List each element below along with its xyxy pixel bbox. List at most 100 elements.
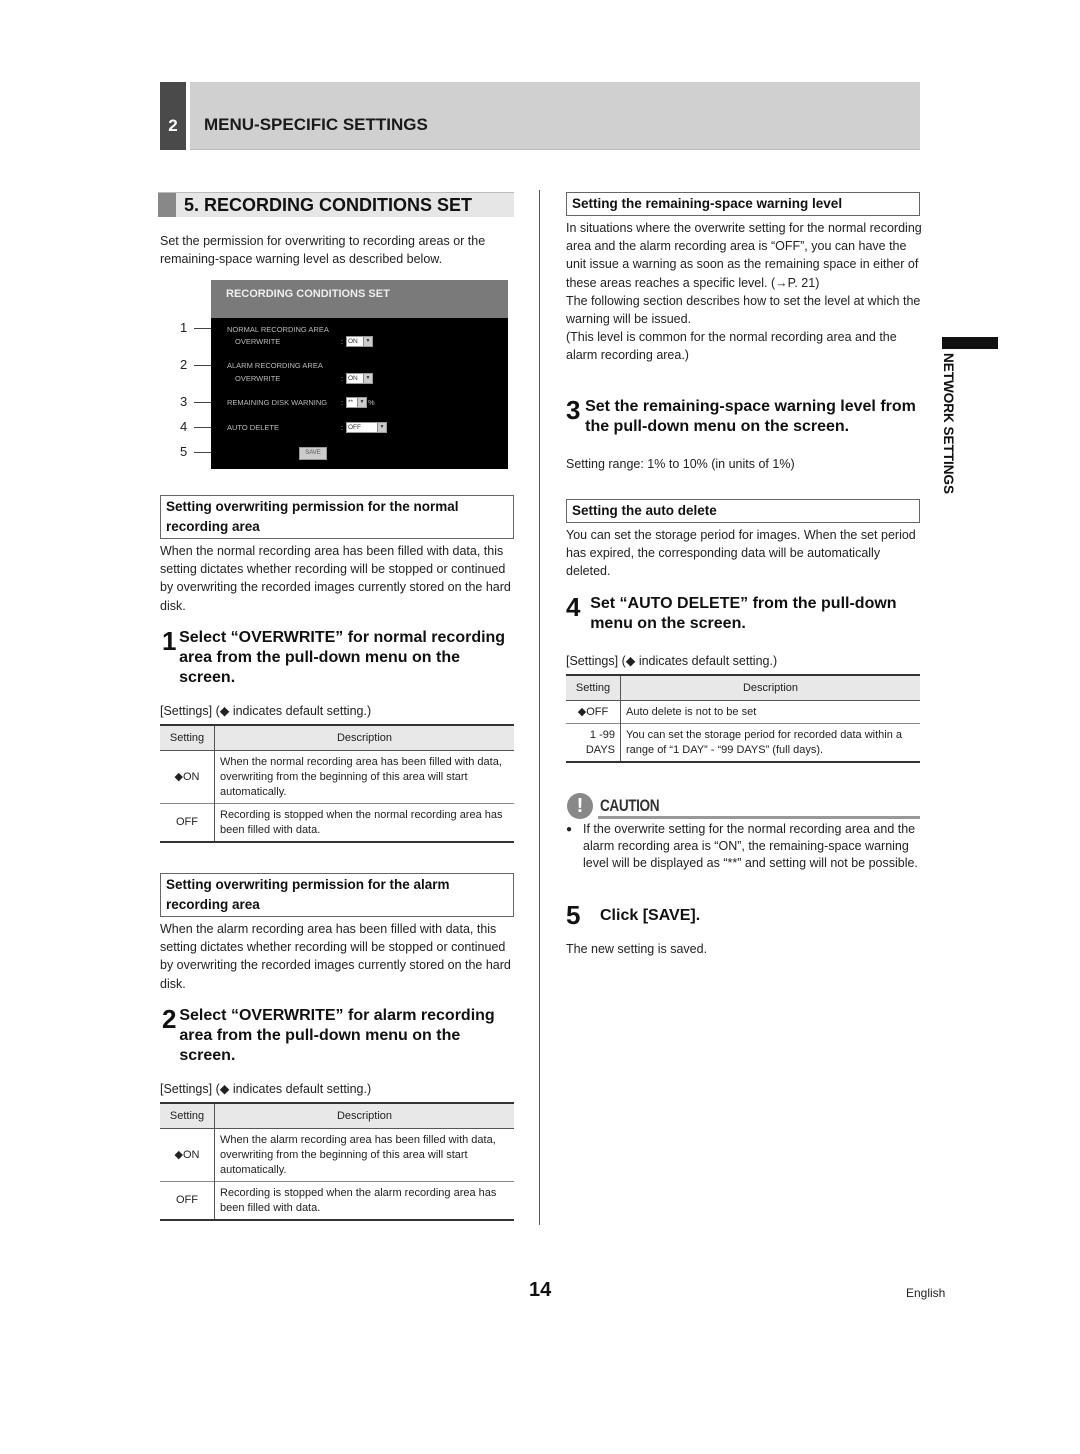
alarm-overwrite-select[interactable]: ON ▼ xyxy=(346,373,373,384)
step-2: 2 Select “OVERWRITE” for alarm recording… xyxy=(162,1006,517,1066)
alarm-overwrite-label: OVERWRITE xyxy=(235,374,281,383)
section-title-bar: 5. RECORDING CONDITIONS SET xyxy=(158,192,514,217)
table-header-row: Setting Description xyxy=(160,1102,514,1129)
step-3: 3 Set the remaining-space warning level … xyxy=(566,397,922,437)
description-cell: Recording is stopped when the normal rec… xyxy=(214,803,514,843)
chevron-down-icon: ▼ xyxy=(377,423,386,432)
normal-overwrite-value: ON xyxy=(348,338,358,345)
chapter-title: MENU-SPECIFIC SETTINGS xyxy=(190,82,920,150)
save-body: The new setting is saved. xyxy=(566,942,708,956)
colon: : xyxy=(341,374,344,383)
normal-heading: Setting overwriting permission for the n… xyxy=(160,495,514,539)
step-number: 2 xyxy=(162,1004,177,1034)
auto-delete-select[interactable]: OFF ▼ xyxy=(346,422,387,433)
settings-note: [Settings] (◆ indicates default setting.… xyxy=(160,704,372,718)
caution-text: If the overwrite setting for the normal … xyxy=(583,822,918,870)
section-title: 5. RECORDING CONDITIONS SET xyxy=(184,194,473,215)
auto-delete-value: OFF xyxy=(348,424,361,431)
language-label: English xyxy=(906,1286,946,1300)
warning-body-2: The following section describes how to s… xyxy=(566,293,921,327)
autodelete-heading: Setting the auto delete xyxy=(566,499,920,523)
description-cell: When the normal recording area has been … xyxy=(214,750,514,804)
step-number: 3 xyxy=(566,395,581,425)
colon: : xyxy=(341,423,344,432)
setting-cell: ◆ON xyxy=(160,750,215,804)
table-row: ◆OFF Auto delete is not to be set xyxy=(566,700,920,724)
alarm-settings-table: Setting Description ◆ON When the alarm r… xyxy=(160,1102,514,1221)
normal-settings-table: Setting Description ◆ON When the normal … xyxy=(160,724,514,843)
header-description: Description xyxy=(620,674,920,701)
autodelete-settings-table: Setting Description ◆OFF Auto delete is … xyxy=(566,674,920,763)
header-setting: Setting xyxy=(566,674,621,701)
step-text: Select “OVERWRITE” for normal recording … xyxy=(179,629,506,686)
disk-warning-unit: % xyxy=(368,398,375,407)
setting-cell: 1 -99 DAYS xyxy=(566,723,621,763)
colon: : xyxy=(341,398,344,407)
intro-text: Set the permission for overwriting to re… xyxy=(160,234,486,267)
screen-title: RECORDING CONDITIONS SET xyxy=(211,280,508,318)
caution-label: CAUTION xyxy=(600,796,660,815)
step-5: 5 Click [SAVE]. xyxy=(566,902,922,930)
bullet-icon: ● xyxy=(566,824,573,835)
disk-warning-select[interactable]: ** ▼ xyxy=(346,397,367,408)
warning-body: In situations where the overwrite settin… xyxy=(566,219,922,365)
side-tab-line-1: NETWORK xyxy=(941,353,956,423)
setting-cell: ◆ON xyxy=(160,1128,215,1182)
callout-4: 4 xyxy=(180,419,188,434)
page-number: 14 xyxy=(529,1279,552,1301)
header-description: Description xyxy=(214,1102,514,1129)
step-number: 4 xyxy=(566,592,581,622)
normal-area-label: NORMAL RECORDING AREA xyxy=(227,325,329,334)
table-row: ◆ON When the alarm recording area has be… xyxy=(160,1128,514,1182)
callout-5: 5 xyxy=(180,444,188,459)
description-cell: You can set the storage period for recor… xyxy=(620,723,920,763)
settings-note: [Settings] (◆ indicates default setting.… xyxy=(160,1082,372,1096)
setting-cell: OFF xyxy=(160,803,215,843)
table-row: 1 -99 DAYS You can set the storage perio… xyxy=(566,723,920,763)
warning-heading: Setting the remaining-space warning leve… xyxy=(566,192,920,216)
step-number: 1 xyxy=(162,626,177,656)
setting-cell: OFF xyxy=(160,1181,215,1221)
colon: : xyxy=(341,337,344,346)
table-row: OFF Recording is stopped when the normal… xyxy=(160,803,514,843)
table-header-row: Setting Description xyxy=(160,724,514,751)
auto-delete-label: AUTO DELETE xyxy=(227,423,279,432)
callout-2: 2 xyxy=(180,357,188,372)
description-cell: Auto delete is not to be set xyxy=(620,700,920,724)
save-button[interactable]: SAVE xyxy=(299,447,327,460)
normal-overwrite-label: OVERWRITE xyxy=(235,337,281,346)
header-setting: Setting xyxy=(160,1102,215,1129)
header-setting: Setting xyxy=(160,724,215,751)
normal-body: When the normal recording area has been … xyxy=(160,544,511,613)
warning-range: Setting range: 1% to 10% (in units of 1%… xyxy=(566,457,795,471)
callout-1: 1 xyxy=(180,320,188,335)
step-number: 5 xyxy=(566,900,581,930)
table-row: OFF Recording is stopped when the alarm … xyxy=(160,1181,514,1221)
normal-overwrite-select[interactable]: ON ▼ xyxy=(346,336,373,347)
caution-icon: ! xyxy=(567,793,593,819)
caution-rule xyxy=(598,816,920,819)
autodelete-body: You can set the storage period for image… xyxy=(566,528,916,579)
chapter-number: 2 xyxy=(160,82,186,150)
step-text: Set “AUTO DELETE” from the pull-down men… xyxy=(590,595,897,632)
caution-item: ● If the overwrite setting for the norma… xyxy=(566,821,922,872)
callout-3: 3 xyxy=(180,394,188,409)
settings-note: [Settings] (◆ indicates default setting.… xyxy=(566,654,778,668)
setting-cell: ◆OFF xyxy=(566,700,621,724)
chevron-down-icon: ▼ xyxy=(363,374,372,383)
side-tab-line-2: SETTINGS xyxy=(941,426,956,495)
description-cell: Recording is stopped when the alarm reco… xyxy=(214,1181,514,1221)
recording-conditions-screen: RECORDING CONDITIONS SET NORMAL RECORDIN… xyxy=(211,280,508,469)
chevron-down-icon: ▼ xyxy=(357,398,366,407)
step-1: 1 Select “OVERWRITE” for normal recordin… xyxy=(162,628,517,688)
step-4: 4 Set “AUTO DELETE” from the pull-down m… xyxy=(566,594,922,634)
section-title-tab xyxy=(158,193,176,217)
header-description: Description xyxy=(214,724,514,751)
side-tab-label: NETWORK SETTINGS xyxy=(940,353,956,494)
alarm-area-label: ALARM RECORDING AREA xyxy=(227,361,323,370)
table-row: ◆ON When the normal recording area has b… xyxy=(160,750,514,804)
side-tab-marker xyxy=(942,337,998,349)
alarm-body: When the alarm recording area has been f… xyxy=(160,922,511,991)
step-text: Click [SAVE]. xyxy=(600,907,701,924)
warning-body-1: In situations where the overwrite settin… xyxy=(566,221,922,290)
